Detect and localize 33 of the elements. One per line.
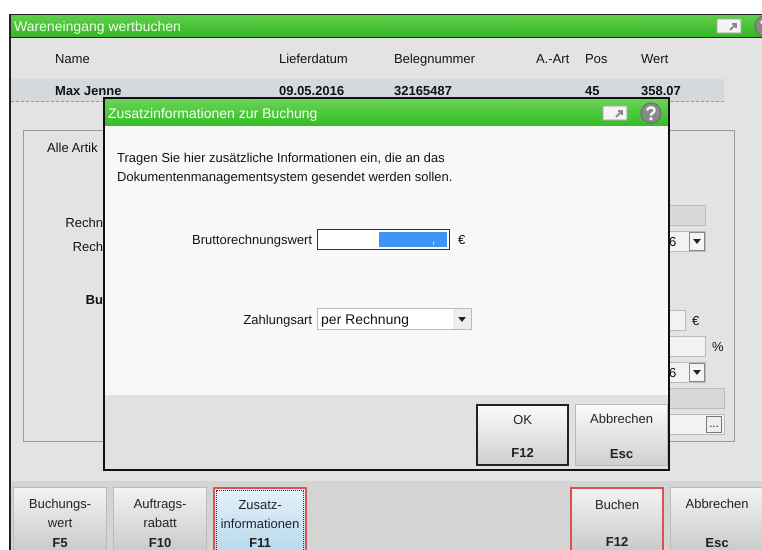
toolbar-button[interactable]: Buchen F12 — [570, 487, 664, 550]
toolbar-button[interactable]: Auftrags- rabatt F10 — [113, 487, 207, 550]
unit-label: € — [458, 232, 466, 247]
field-label: Rechn — [65, 215, 103, 230]
table-cell-text: 32165487 — [394, 82, 453, 98]
toolbar-button[interactable]: Abbrechen Esc — [670, 487, 762, 550]
column-header: Belegnummer — [394, 51, 476, 66]
column-header: Name — [55, 51, 91, 66]
table-cell-text: 09.05.2016 — [279, 82, 346, 98]
column-header: Lieferdatum — [279, 51, 349, 66]
field-label: Bu — [86, 292, 103, 307]
window-title: Wareneingang wertbuchen — [14, 18, 182, 34]
tab-label[interactable]: Alle Artik — [47, 140, 98, 155]
table-cell-text: 45 — [585, 82, 600, 98]
help-icon[interactable] — [640, 102, 662, 124]
browse-button[interactable]: ... — [706, 416, 722, 433]
dialog-button[interactable]: OK F12 — [476, 404, 569, 466]
table-cell-text: 358.07 — [641, 82, 682, 98]
field-label: Bruttorechnungswert — [191, 232, 312, 247]
unit-label: % — [712, 339, 724, 354]
column-header: Pos — [585, 51, 608, 66]
field-label: Zahlungsart — [242, 312, 312, 326]
dropdown[interactable]: per Rechnung — [317, 308, 472, 330]
table-cell-text: Max Jenne — [55, 82, 122, 98]
toolbar-button[interactable]: Buchungs- wert F5 — [13, 487, 107, 550]
field-label: Rech — [72, 239, 103, 254]
dialog-button[interactable]: Abbrechen Esc — [575, 404, 668, 466]
column-header: A.-Art — [536, 51, 570, 66]
unit-label: € — [692, 313, 700, 328]
dialog-message: Tragen Sie hier zusätzliche Informationen ein, die an das Dokumentenmanagementsystem gesendet werden sollen. — [117, 149, 454, 186]
column-header: Wert — [641, 51, 670, 66]
toolbar-button[interactable]: Zusatz- informationen F11 — [213, 487, 307, 550]
dialog-title: Zusatzinformationen zur Buchung — [108, 104, 318, 120]
